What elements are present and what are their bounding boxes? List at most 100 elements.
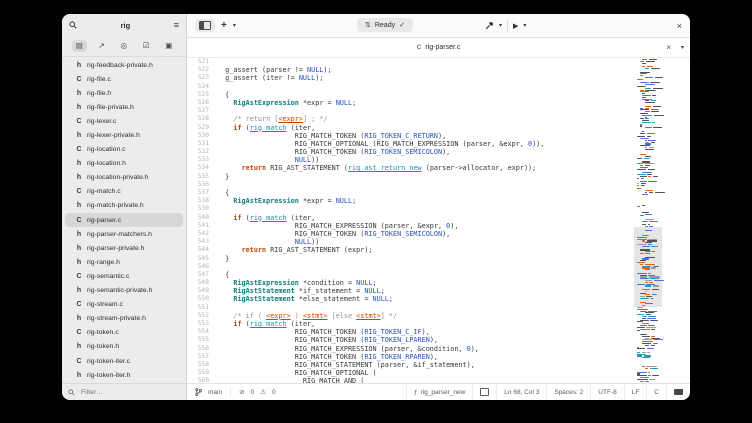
file-type-icon: h — [76, 259, 82, 266]
desktop: { "sidebar": { "title": "rig", "switcher… — [0, 0, 752, 423]
code-line: RigAstStatement *else_statement = NULL; — [217, 295, 632, 303]
filter-bar — [62, 383, 186, 400]
file-type-icon: h — [76, 104, 82, 111]
indentation-indicator[interactable]: Spaces: 2 — [546, 384, 590, 400]
line-ending-indicator[interactable]: LF — [624, 384, 647, 400]
line-number: 549 — [187, 287, 209, 295]
file-type-icon: h — [76, 132, 82, 139]
file-name: rig-parser-matchers.h — [87, 231, 152, 238]
filter-input[interactable] — [79, 388, 173, 397]
file-item-rig-location.h[interactable]: hrig-location.h — [65, 157, 183, 171]
project-tree-icon[interactable]: ▤ — [72, 40, 87, 52]
tab-rig-parser[interactable]: C rig-parser.c — [187, 38, 690, 57]
panel-position-button[interactable] — [472, 384, 496, 400]
file-name: rig-semantic-private.h — [87, 287, 152, 294]
file-item-rig-stream.c[interactable]: Crig-stream.c — [65, 298, 183, 312]
file-item-rig-lexer.c[interactable]: Crig-lexer.c — [65, 114, 183, 128]
new-document-menu-icon[interactable]: ▾ — [233, 22, 236, 29]
divider — [507, 20, 508, 32]
file-item-rig-range.h[interactable]: hrig-range.h — [65, 255, 183, 269]
toggle-sidebar-button[interactable] — [195, 19, 215, 32]
file-type-icon: C — [76, 301, 82, 308]
branch-name: main — [208, 389, 222, 396]
language-indicator[interactable]: C — [646, 384, 666, 400]
current-symbol-indicator[interactable]: ƒ rig_parser_new — [406, 384, 472, 400]
symbols-icon[interactable]: ↗ — [95, 40, 109, 52]
file-item-rig-semantic-private.h[interactable]: hrig-semantic-private.h — [65, 284, 183, 298]
keyboard-toggle[interactable] — [666, 384, 690, 400]
file-item-rig-token-iter.c[interactable]: Crig-token-iter.c — [65, 354, 183, 368]
code-line: NULL)) — [217, 156, 632, 164]
build-button[interactable] — [485, 21, 494, 30]
file-item-rig-file.h[interactable]: hrig-file.h — [65, 86, 183, 100]
encoding-indicator[interactable]: UTF-8 — [590, 384, 623, 400]
file-item-rig-token-iter.h[interactable]: hrig-token-iter.h — [65, 368, 183, 382]
code-line: RigAstStatement *if_statement = NULL; — [217, 287, 632, 295]
file-item-rig-lexer-private.h[interactable]: hrig-lexer-private.h — [65, 128, 183, 142]
file-item-rig-match-private.h[interactable]: h rig-match-private.h — [65, 199, 183, 213]
file-type-icon: h — [76, 174, 82, 181]
file-item-rig-parser-private.h[interactable]: hrig-parser-private.h — [65, 241, 183, 255]
build-menu-icon[interactable]: ▾ — [499, 22, 502, 29]
code-line: g_assert (iter != NULL); — [217, 74, 632, 82]
line-number: 524 — [187, 83, 209, 91]
line-number: 553 — [187, 320, 209, 328]
code-line: { — [217, 189, 632, 197]
new-document-button[interactable]: + — [221, 20, 227, 31]
error-count: 0 — [251, 389, 255, 396]
file-item-rig-semantic.c[interactable]: Crig-semantic.c — [65, 269, 183, 283]
line-number: 546 — [187, 263, 209, 271]
file-type-icon: h — [76, 202, 82, 209]
error-icon: ⊘ — [239, 388, 244, 396]
code-line: RigAstExpression *expr = NULL; — [217, 99, 632, 107]
file-type-icon: C — [76, 329, 82, 336]
code-line: if (rig_match (iter, — [217, 214, 632, 222]
diagnostics-indicator[interactable]: ⊘ 0 ⚠ 0 — [231, 384, 284, 400]
chat-icon[interactable]: ▣ — [161, 40, 176, 52]
minimap-scrollbar[interactable] — [636, 59, 660, 383]
warning-count: 0 — [272, 389, 276, 396]
file-item-rig-parser-matchers.h[interactable]: h rig-parser-matchers.h — [65, 227, 183, 241]
code-line: RIG_MATCH_TOKEN (RIG_TOKEN_C_IF), — [217, 328, 632, 336]
hammer-icon — [485, 21, 494, 30]
file-item-rig-stream-private.h[interactable]: hrig-stream-private.h — [65, 312, 183, 326]
menu-icon[interactable]: ≡ — [174, 21, 179, 30]
keyboard-icon — [674, 389, 683, 395]
code-line: return RIG_AST_STATEMENT (expr); — [217, 246, 632, 254]
tab-list-icon[interactable]: ▾ — [681, 44, 684, 51]
code-line: g_assert (parser != NULL); — [217, 66, 632, 74]
close-tab-icon[interactable]: × — [666, 43, 671, 52]
file-item-rig-parser.c[interactable]: Crig-parser.c — [65, 213, 183, 227]
run-targets-icon[interactable]: ◎ — [117, 40, 132, 52]
run-button[interactable]: ▶ — [513, 22, 518, 30]
line-number: 556 — [187, 345, 209, 353]
file-item-rig-file.c[interactable]: Crig-file.c — [65, 72, 183, 86]
code-editor[interactable]: 5215225235245255265275285295305315325335… — [187, 58, 690, 383]
file-name: rig-stream.c — [87, 301, 123, 308]
file-item-rig-file-private.h[interactable]: hrig-file-private.h — [65, 100, 183, 114]
todo-icon[interactable]: ☑ — [139, 40, 154, 52]
file-item-rig-location-private.h[interactable]: hrig-location-private.h — [65, 171, 183, 185]
omnibar[interactable]: ⇅ Ready ✓ — [357, 18, 413, 32]
file-name: rig-match-private.h — [87, 202, 144, 209]
file-name: rig-token.h — [87, 343, 119, 350]
cursor-position-indicator[interactable]: Ln 68, Col 3 — [496, 384, 546, 400]
file-type-icon: h — [76, 231, 82, 238]
file-item-rig-match.c[interactable]: Crig-match.c — [65, 185, 183, 199]
git-branch-indicator[interactable]: main — [187, 384, 230, 400]
sidebar-switcher: ▤ ↗ ◎ ☑ ▣ — [62, 36, 186, 57]
file-item-rig-location.c[interactable]: Crig-location.c — [65, 143, 183, 157]
file-item-rig-token.h[interactable]: hrig-token.h — [65, 340, 183, 354]
close-window-icon[interactable]: × — [677, 21, 682, 31]
code-content: g_assert (parser != NULL); g_assert (ite… — [217, 58, 632, 383]
search-icon[interactable] — [69, 21, 77, 29]
code-line — [217, 181, 632, 189]
line-number: 560 — [187, 377, 209, 383]
file-item-rig-feedback-private.h[interactable]: hrig-feedback-private.h — [65, 58, 183, 72]
code-line: RIG_MATCH_OPTIONAL ( — [217, 369, 632, 377]
status-bar: main ⊘ 0 ⚠ 0 ƒ rig_parser_new Ln 68, Col… — [187, 383, 690, 400]
line-number: 545 — [187, 255, 209, 263]
file-item-rig-token.c[interactable]: Crig-token.c — [65, 326, 183, 340]
run-menu-icon[interactable]: ▾ — [523, 22, 526, 29]
code-line — [217, 263, 632, 271]
